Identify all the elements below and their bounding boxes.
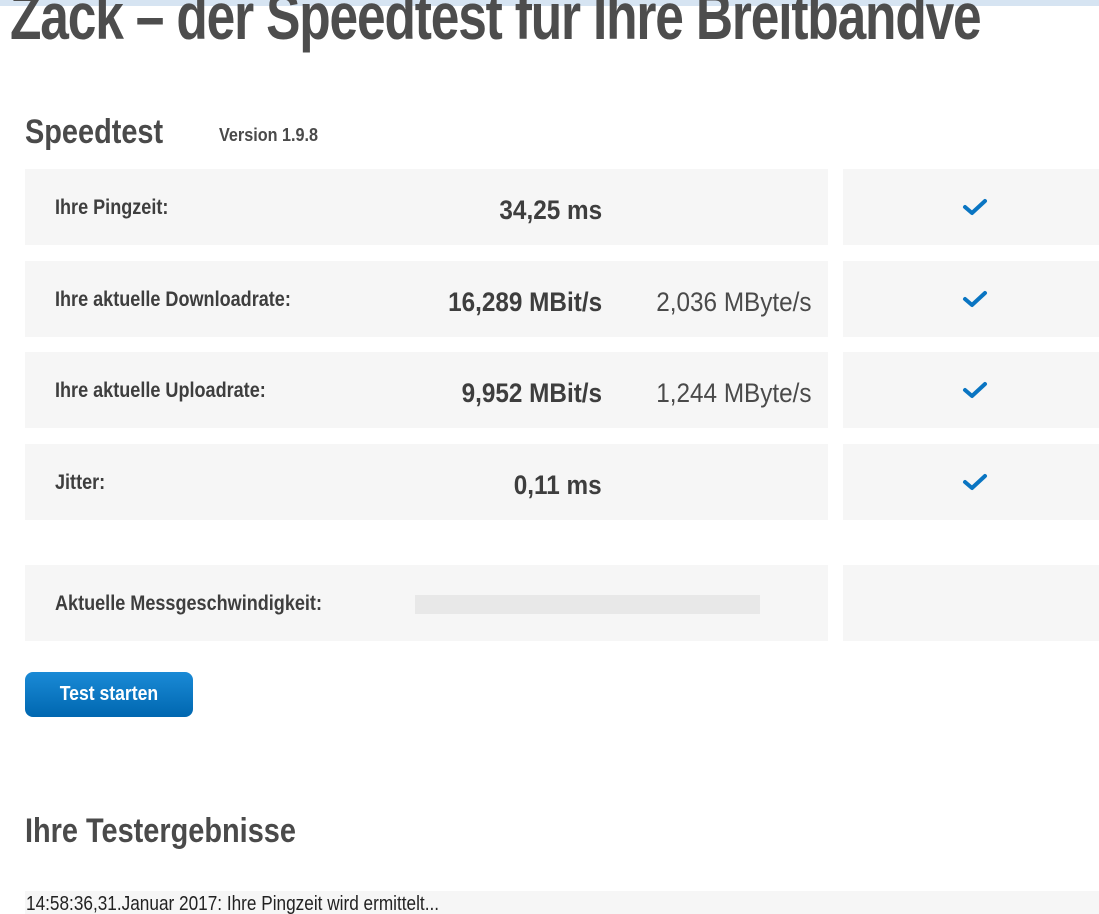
check-icon	[963, 474, 987, 490]
log-entry: 14:58:36,31.Januar 2017: Ihre Pingzeit w…	[26, 893, 440, 914]
speedtest-title: Speedtest	[25, 113, 164, 151]
download-label: Ihre aktuelle Downloadrate:	[55, 288, 291, 311]
download-value-secondary: 2,036 MByte/s	[656, 287, 812, 317]
upload-value: 9,952 MBit/s	[461, 378, 602, 408]
page-title: Zack – der Speedtest für Ihre Breitbandv…	[10, 0, 982, 53]
results-log: 14:58:36,31.Januar 2017: Ihre Pingzeit w…	[25, 891, 1099, 914]
upload-value-secondary: 1,244 MByte/s	[656, 378, 812, 408]
download-status	[843, 261, 1099, 337]
download-row: Ihre aktuelle Downloadrate: 16,289 MBit/…	[25, 261, 828, 337]
jitter-value: 0,11 ms	[514, 470, 602, 500]
jitter-row: Jitter: 0,11 ms	[25, 444, 828, 520]
start-test-button-label: Test starten	[59, 683, 159, 705]
current-speed-label: Aktuelle Messgeschwindigkeit:	[55, 592, 322, 615]
ping-status	[843, 169, 1099, 245]
version-label: Version 1.9.8	[219, 125, 319, 145]
jitter-label: Jitter:	[55, 471, 106, 494]
page: Zack – der Speedtest für Ihre Breitbandv…	[0, 0, 1099, 914]
start-test-button[interactable]: Test starten	[25, 672, 193, 717]
current-speed-row: Aktuelle Messgeschwindigkeit:	[25, 565, 828, 641]
speed-progress-bar	[415, 595, 760, 614]
results-title: Ihre Testergebnisse	[25, 812, 296, 850]
ping-label: Ihre Pingzeit:	[55, 196, 169, 219]
check-icon	[963, 199, 987, 215]
jitter-status	[843, 444, 1099, 520]
check-icon	[963, 382, 987, 398]
download-value: 16,289 MBit/s	[448, 287, 602, 317]
ping-row: Ihre Pingzeit: 34,25 ms	[25, 169, 828, 245]
ping-value: 34,25 ms	[499, 195, 602, 225]
check-icon	[963, 291, 987, 307]
upload-row: Ihre aktuelle Uploadrate: 9,952 MBit/s 1…	[25, 352, 828, 428]
upload-status	[843, 352, 1099, 428]
upload-label: Ihre aktuelle Uploadrate:	[55, 379, 266, 402]
current-speed-status	[843, 565, 1099, 641]
